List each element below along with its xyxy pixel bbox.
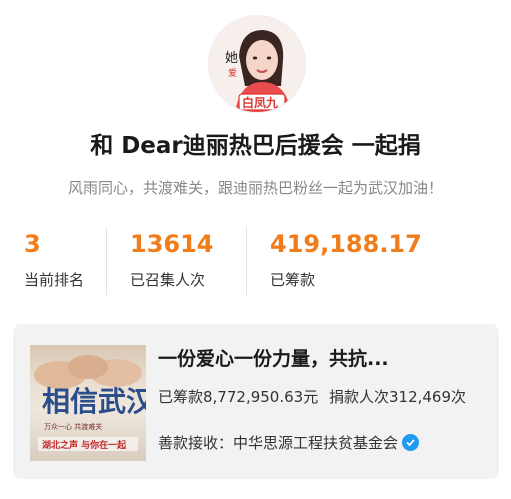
project-donors: 捐款人次312,469次 xyxy=(328,388,467,406)
verified-icon xyxy=(402,434,420,451)
fan-club-avatar[interactable]: 她 爱 白凤九 xyxy=(208,15,306,113)
page-title: 和 Dear迪丽热巴后援会 一起捐 xyxy=(90,133,421,159)
project-stats: 已筹款8,772,950.63元 捐款人次312,469次 xyxy=(158,386,466,407)
project-raised: 已筹款8,772,950.63元 xyxy=(158,388,319,406)
stat-rank-value: 3 xyxy=(24,230,41,258)
project-card[interactable]: 相信武汉 万众一心 共渡难关 湖北之声 与你在一起 一份爱心一份力量，共抗...… xyxy=(13,324,499,479)
recipient-label: 善款接收： xyxy=(158,434,234,452)
project-thumbnail: 相信武汉 万众一心 共渡难关 湖北之声 与你在一起 xyxy=(30,345,146,461)
svg-text:爱: 爱 xyxy=(228,68,237,79)
svg-text:白凤九: 白凤九 xyxy=(242,95,278,110)
stat-rank: 3 当前排名 xyxy=(24,228,84,290)
recipient-name: 中华思源工程扶贫基金会 xyxy=(233,434,399,452)
stat-participants: 13614 已召集人次 xyxy=(130,228,214,290)
thumb-text-bottom: 湖北之声 与你在一起 xyxy=(42,439,127,451)
page-subtitle: 风雨同心，共渡难关，跟迪丽热巴粉丝一起为武汉加油！ xyxy=(67,179,443,197)
stat-divider xyxy=(106,227,107,295)
thumb-text-main: 相信武汉 xyxy=(42,385,146,418)
svg-text:她: 她 xyxy=(225,51,238,66)
stat-divider xyxy=(246,227,247,295)
thumb-text-small: 万众一心 共渡难关 xyxy=(44,422,102,431)
stat-participants-label: 已召集人次 xyxy=(130,271,206,289)
stat-participants-value: 13614 xyxy=(130,230,214,258)
stat-rank-label: 当前排名 xyxy=(24,271,85,289)
stat-raised: 419,188.17 已筹款 xyxy=(270,228,422,290)
project-recipient: 善款接收： 中华思源工程扶贫基金会 xyxy=(158,432,420,453)
stat-raised-label: 已筹款 xyxy=(270,271,316,289)
project-title: 一份爱心一份力量，共抗... xyxy=(158,348,389,370)
stat-raised-value: 419,188.17 xyxy=(270,230,422,258)
avatar-image: 她 爱 白凤九 xyxy=(209,16,305,112)
